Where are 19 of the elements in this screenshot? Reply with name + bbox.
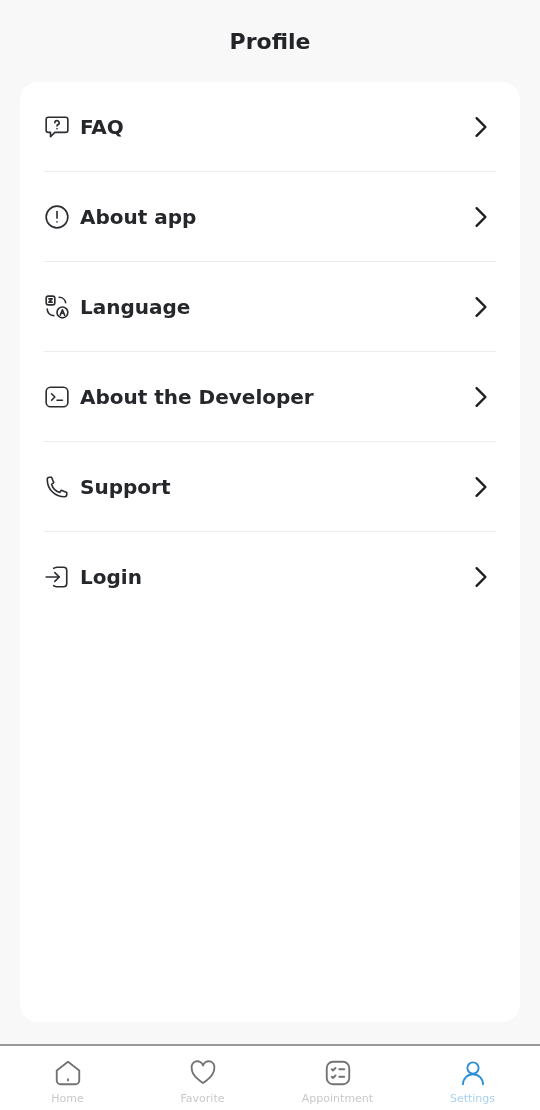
chevron-right-icon: [474, 565, 488, 588]
login-icon: [44, 563, 70, 590]
question-bubble-icon: [44, 113, 70, 140]
chevron-right-icon: [474, 115, 488, 138]
translate-icon: [44, 293, 70, 320]
terminal-icon: [44, 383, 70, 410]
chevron-right-icon: [474, 205, 488, 228]
page-title: Profile: [229, 28, 311, 54]
menu-item[interactable]: Language: [44, 262, 496, 351]
menu-item[interactable]: Support: [44, 442, 496, 531]
info-icon: [44, 203, 70, 230]
phone-icon: [44, 473, 70, 500]
menu-item[interactable]: About app: [44, 172, 496, 261]
chevron-right-icon: [474, 295, 488, 318]
chevron-right-icon: [474, 385, 488, 408]
menu-item[interactable]: Login: [44, 532, 496, 621]
chevron-right-icon: [474, 475, 488, 498]
menu-item[interactable]: FAQ: [44, 82, 496, 171]
menu-item[interactable]: About the Developer: [44, 352, 496, 441]
